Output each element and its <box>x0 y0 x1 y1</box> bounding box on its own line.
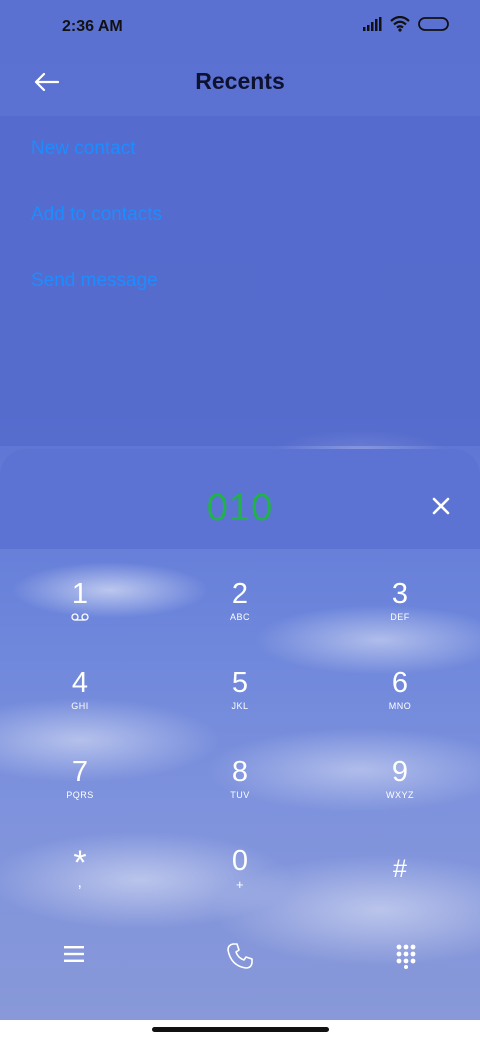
dialed-number[interactable]: 010 <box>0 487 480 530</box>
signal-icon <box>363 17 382 31</box>
battery-icon <box>418 17 449 31</box>
key-digit: 1 <box>71 578 89 610</box>
key-4[interactable]: 4 GHI <box>20 667 140 747</box>
key-digit: 9 <box>391 756 409 788</box>
home-indicator[interactable] <box>152 1027 329 1032</box>
key-letters: WXYZ <box>386 790 414 800</box>
key-3[interactable]: 3 DEF <box>340 578 460 658</box>
page-title: Recents <box>195 68 285 94</box>
wifi-icon <box>390 16 410 32</box>
key-5[interactable]: 5 JKL <box>180 667 300 747</box>
dialer-input-panel: 010 <box>0 449 480 549</box>
status-time: 2:36 AM <box>62 18 123 35</box>
key-digit: 4 <box>71 667 89 699</box>
hamburger-menu-icon <box>64 946 84 962</box>
options-menu: New contact Add to contacts Send message <box>0 116 480 446</box>
key-hash[interactable]: # <box>340 853 460 933</box>
send-message-link[interactable]: Send message <box>31 270 158 292</box>
key-letters: GHI <box>71 701 89 711</box>
key-letters: JKL <box>231 701 249 711</box>
key-digit: # <box>393 855 407 883</box>
hide-keypad-button[interactable] <box>384 934 428 978</box>
key-letters: DEF <box>390 612 410 622</box>
key-digit: 0 <box>231 845 249 877</box>
key-letters: ABC <box>229 612 250 622</box>
key-7[interactable]: 7 PQRS <box>20 756 140 836</box>
key-letters: , <box>77 874 83 891</box>
menu-button[interactable] <box>52 932 96 976</box>
key-digit: 3 <box>391 578 409 610</box>
key-digit: 6 <box>391 667 409 699</box>
key-0[interactable]: 0 + <box>180 845 300 925</box>
add-to-contacts-link[interactable]: Add to contacts <box>31 204 162 226</box>
key-digit: 5 <box>231 667 249 699</box>
key-letters: TUV <box>230 790 250 800</box>
status-bar: 2:36 AM <box>0 0 480 56</box>
new-contact-link[interactable]: New contact <box>31 138 136 160</box>
key-6[interactable]: 6 MNO <box>340 667 460 747</box>
clear-button[interactable] <box>428 493 454 519</box>
voicemail-icon <box>71 613 89 621</box>
phone-icon <box>227 943 253 969</box>
key-1[interactable]: 1 <box>20 578 140 658</box>
key-9[interactable]: 9 WXYZ <box>340 756 460 836</box>
key-digit: 7 <box>71 756 89 788</box>
status-icons <box>362 16 450 32</box>
system-nav-bar <box>0 1020 480 1040</box>
call-button[interactable] <box>218 934 262 978</box>
header: Recents <box>0 56 480 112</box>
key-letters: + <box>235 877 245 892</box>
dialpad-icon <box>396 944 416 969</box>
key-8[interactable]: 8 TUV <box>180 756 300 836</box>
key-digit: 2 <box>231 578 249 610</box>
key-2[interactable]: 2 ABC <box>180 578 300 658</box>
key-digit: 8 <box>231 756 249 788</box>
key-star[interactable]: * , <box>20 846 140 928</box>
key-letters: MNO <box>388 701 412 711</box>
key-letters: PQRS <box>66 790 94 800</box>
